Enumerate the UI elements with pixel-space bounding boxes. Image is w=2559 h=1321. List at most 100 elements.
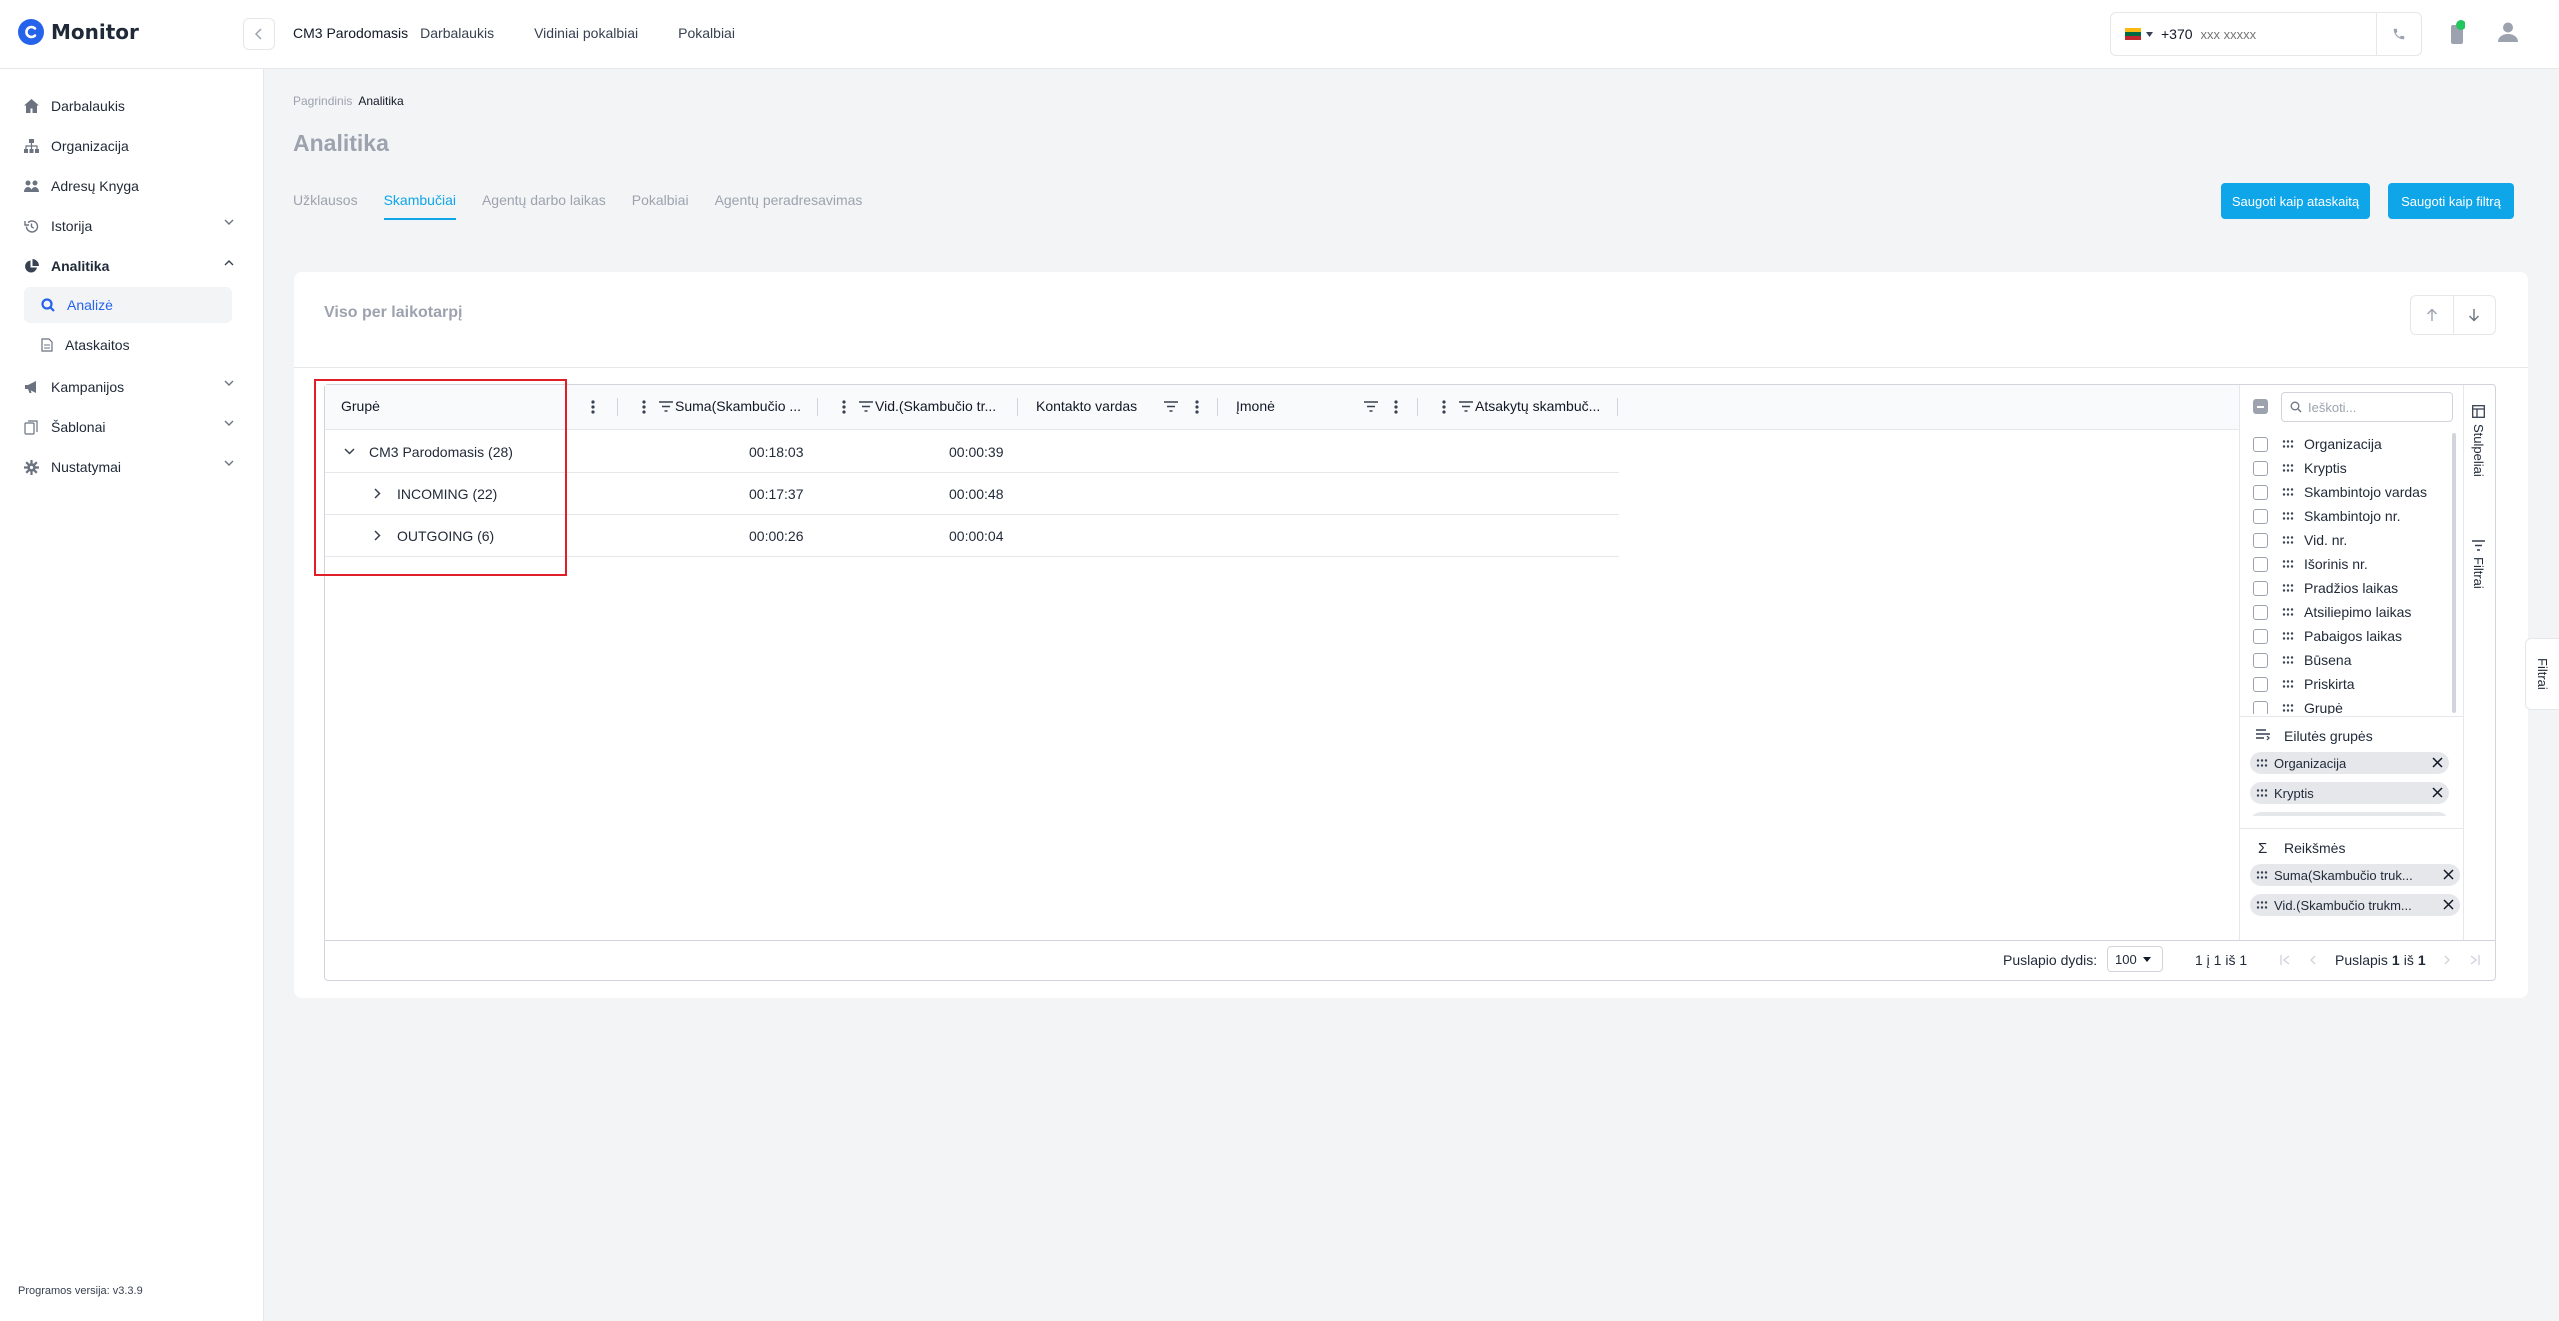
drag-handle-icon[interactable] [2256,901,2268,909]
column-checkbox[interactable] [2253,556,2268,572]
drag-handle-icon[interactable] [2256,789,2268,797]
sidebar-item-analitika[interactable]: Analitika [24,248,234,284]
column-checkbox[interactable] [2253,700,2268,714]
column-checkbox[interactable] [2253,484,2268,500]
drag-handle-icon[interactable] [2282,512,2294,520]
call-button[interactable] [2376,12,2422,56]
top-nav-darbalaukis[interactable]: Darbalaukis [420,25,494,41]
chip[interactable]: Organizacija [2250,752,2449,774]
tab-filters[interactable]: Filtrai [2471,540,2486,589]
column-list-item[interactable]: Būsena [2253,652,2351,668]
column-separator[interactable] [1417,398,1418,416]
drag-handle-icon[interactable] [2282,584,2294,592]
column-menu-icon[interactable] [1195,400,1199,414]
filter-icon[interactable] [659,401,673,412]
drag-handle-icon[interactable] [2282,656,2294,664]
column-separator[interactable] [817,398,818,416]
drag-handle-icon[interactable] [2282,464,2294,472]
remove-icon[interactable] [2432,787,2443,798]
column-list-item[interactable]: Grupė [2253,700,2343,714]
column-list-item[interactable]: Kryptis [2253,460,2347,476]
sort-ascending-button[interactable] [2411,296,2454,334]
next-page-icon[interactable] [2444,955,2451,965]
sidebar-item-organizacija[interactable]: Organizacija [24,128,234,164]
column-list-item[interactable]: Priskirta [2253,676,2355,692]
column-search-field[interactable]: Ieškoti... [2281,392,2453,422]
top-nav-pokalbiai[interactable]: Pokalbiai [678,25,735,41]
column-checkbox[interactable] [2253,676,2268,692]
chip[interactable]: Kryptis [2250,782,2449,804]
drag-handle-icon[interactable] [2282,440,2294,448]
column-list-item[interactable]: Skambintojo nr. [2253,508,2401,524]
column-list-item[interactable]: Atsiliepimo laikas [2253,604,2411,620]
column-menu-icon[interactable] [1442,400,1446,414]
column-checkbox[interactable] [2253,508,2268,524]
column-header-atsakytu[interactable]: Atsakytų skambuč... [1475,398,1600,414]
column-separator[interactable] [1617,398,1618,416]
breadcrumb-root[interactable]: Pagrindinis [293,94,352,108]
drag-handle-icon[interactable] [2282,632,2294,640]
drag-handle-icon[interactable] [2282,488,2294,496]
drag-handle-icon[interactable] [2282,680,2294,688]
column-checkbox[interactable] [2253,460,2268,476]
column-checkbox[interactable] [2253,580,2268,596]
drag-handle-icon[interactable] [2282,608,2294,616]
column-menu-icon[interactable] [642,400,646,414]
drag-handle-icon[interactable] [2256,759,2268,767]
sidebar-collapse-button[interactable] [243,18,275,50]
chip[interactable]: Suma(Skambučio truk... [2250,864,2460,886]
column-header-imone[interactable]: Įmonė [1236,398,1275,414]
drag-handle-icon[interactable] [2256,871,2268,879]
filter-icon[interactable] [859,401,873,412]
tab-agentu-peradresavimas[interactable]: Agentų peradresavimas [715,192,863,220]
column-list-item[interactable]: Organizacija [2253,436,2382,452]
remove-icon[interactable] [2443,899,2454,910]
column-checkbox[interactable] [2253,436,2268,452]
previous-page-icon[interactable] [2309,955,2316,965]
sidebar-item-darbalaukis[interactable]: Darbalaukis [24,88,234,124]
drag-handle-icon[interactable] [2282,704,2294,712]
column-checkbox[interactable] [2253,604,2268,620]
sidebar-item-kampanijos[interactable]: Kampanijos [24,369,234,405]
column-menu-icon[interactable] [1394,400,1398,414]
top-nav-vidiniai-pokalbiai[interactable]: Vidiniai pokalbiai [534,25,638,41]
save-as-filter-button[interactable]: Saugoti kaip filtrą [2388,183,2514,219]
select-all-checkbox[interactable] [2253,399,2268,414]
page-size-select[interactable]: 100 [2107,946,2163,972]
tab-skambuciai[interactable]: Skambučiai [383,192,456,220]
last-page-icon[interactable] [2470,955,2480,965]
tab-columns[interactable]: Stulpeliai [2471,405,2486,477]
filter-icon[interactable] [1364,401,1378,412]
column-header-kontakto-vardas[interactable]: Kontakto vardas [1036,398,1137,414]
column-list-scrollbar[interactable] [2452,433,2456,713]
column-header-suma[interactable]: Suma(Skambučio ... [675,398,801,414]
save-as-report-button[interactable]: Saugoti kaip ataskaitą [2221,183,2370,219]
phone-number-input[interactable] [2200,26,2351,42]
drag-handle-icon[interactable] [2282,536,2294,544]
sidebar-item-adresu-knyga[interactable]: Adresų Knyga [24,168,234,204]
column-separator[interactable] [1017,398,1018,416]
tab-uzklausos[interactable]: Užklausos [293,192,358,220]
column-list-item[interactable]: Pabaigos laikas [2253,628,2402,644]
column-header-vid[interactable]: Vid.(Skambučio tr... [875,398,996,414]
device-status-icon[interactable] [2449,19,2465,45]
tab-pokalbiai[interactable]: Pokalbiai [632,192,689,220]
filter-icon[interactable] [1164,401,1178,412]
column-menu-icon[interactable] [842,400,846,414]
phone-dial-field[interactable]: +370 [2110,12,2382,56]
sidebar-subitem-ataskaitos[interactable]: Ataskaitos [24,327,232,363]
first-page-icon[interactable] [2280,955,2290,965]
sidebar-subitem-analize[interactable]: Analizė [24,287,232,323]
column-list-item[interactable]: Pradžios laikas [2253,580,2398,596]
top-nav-current[interactable]: CM3 Parodomasis [293,25,408,41]
drag-handle-icon[interactable] [2282,560,2294,568]
user-avatar-icon[interactable] [2497,21,2519,43]
column-menu-icon[interactable] [591,400,595,414]
filter-icon[interactable] [1459,401,1473,412]
column-list-item[interactable]: Vid. nr. [2253,532,2347,548]
column-checkbox[interactable] [2253,652,2268,668]
remove-icon[interactable] [2432,757,2443,768]
column-checkbox[interactable] [2253,628,2268,644]
tab-agentu-darbo-laikas[interactable]: Agentų darbo laikas [482,192,606,220]
column-list-item[interactable]: Skambintojo vardas [2253,484,2427,500]
